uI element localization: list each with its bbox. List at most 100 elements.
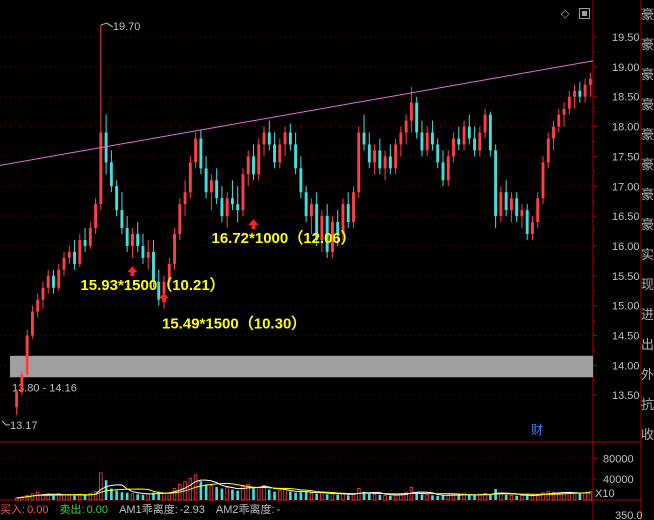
- candle-body: [346, 204, 350, 223]
- side-strip-char: 进: [641, 307, 654, 322]
- volume-bar: [315, 493, 318, 500]
- volume-bar: [372, 493, 377, 501]
- candle-body: [520, 210, 524, 217]
- volume-bar: [504, 494, 508, 500]
- side-info-strip: 豪豪豪豪豪豪豪豪实现进出外抗收盈位: [641, 0, 654, 440]
- volume-bar: [367, 493, 371, 500]
- y-tick-label: 16.50: [612, 211, 640, 223]
- candle-body: [478, 132, 482, 151]
- candle-body: [404, 120, 408, 133]
- volume-bar: [99, 472, 103, 501]
- y-tick-label: 13.50: [612, 390, 640, 402]
- volume-bar: [441, 495, 445, 500]
- y-tick-label: 18.50: [612, 92, 640, 104]
- candle-body: [220, 198, 224, 217]
- volume-bar: [436, 495, 440, 500]
- candle-body: [415, 102, 419, 133]
- candle-body: [225, 198, 229, 217]
- candle-body: [567, 96, 571, 109]
- volume-bar: [136, 494, 140, 500]
- candle-body: [194, 138, 198, 163]
- volume-bar: [73, 495, 76, 500]
- candle-body: [183, 192, 187, 205]
- volume-bar: [572, 492, 577, 501]
- candle-body: [441, 162, 445, 181]
- candle-body: [146, 251, 150, 258]
- volume-bar: [341, 493, 345, 501]
- volume-bar: [115, 490, 118, 500]
- side-strip-char: 豪: [641, 157, 654, 172]
- side-strip-char: 豪: [641, 37, 654, 52]
- volume-ma-line: [16, 479, 591, 499]
- side-strip-char: 豪: [641, 7, 654, 22]
- candle-body: [467, 126, 471, 139]
- candle-body: [283, 132, 287, 145]
- y-tick-label: 16.00: [612, 241, 640, 253]
- sell-label: 卖出:: [59, 504, 85, 516]
- volume-bar: [389, 495, 392, 500]
- candle-body: [299, 168, 303, 193]
- candle-body: [531, 222, 534, 235]
- candle-body: [130, 234, 134, 246]
- candle-body: [309, 204, 313, 217]
- candle-body: [188, 162, 192, 193]
- volume-bar: [346, 495, 350, 500]
- candle-body: [46, 275, 50, 288]
- volume-bar: [320, 492, 324, 501]
- candle-body: [452, 138, 455, 157]
- volume-tick-label: 40000: [603, 474, 634, 486]
- candle-body: [473, 138, 477, 151]
- volume-bar: [215, 487, 218, 500]
- low-marker-label: 13.17: [10, 420, 38, 432]
- buy-label: 买入:: [0, 504, 26, 516]
- candle-body: [457, 138, 461, 145]
- candle-body: [236, 204, 240, 211]
- candle-body: [536, 198, 540, 223]
- candle-body: [30, 311, 34, 336]
- volume-bar: [473, 495, 476, 500]
- window-toggle-icon[interactable]: [579, 8, 590, 19]
- finance-link[interactable]: 财: [531, 421, 543, 438]
- y-tick-label: 15.00: [612, 301, 640, 313]
- buy-arrow-icon: [127, 266, 138, 277]
- diamond-icon[interactable]: ◇: [561, 8, 569, 20]
- candle-body: [125, 228, 129, 246]
- candle-body: [583, 84, 587, 97]
- volume-unit-label: X10: [595, 488, 615, 500]
- price-chart[interactable]: 19.50 19.00 18.50 18.00 17.50 17.00 16.50 16.00…: [0, 0, 654, 520]
- candle-body: [204, 168, 208, 193]
- volume-bar: [252, 488, 255, 500]
- volume-bar: [457, 495, 461, 500]
- y-tick-label: 15.50: [612, 271, 640, 283]
- candle-body: [488, 114, 492, 151]
- volume-bar: [283, 489, 287, 501]
- candle-body: [431, 132, 434, 145]
- am1-label: AM1乖离度:: [119, 504, 178, 516]
- volume-bar: [172, 488, 177, 501]
- volume-bar: [273, 491, 276, 500]
- volume-bar: [499, 493, 503, 501]
- candle-body: [173, 234, 176, 264]
- candle-body: [552, 126, 555, 139]
- volume-bar: [167, 492, 171, 501]
- volume-bar: [35, 491, 40, 501]
- candle-body: [425, 132, 429, 151]
- y-tick-label: 14.00: [612, 360, 640, 372]
- candle-body: [409, 102, 413, 121]
- candle-body: [262, 132, 266, 145]
- candle-body: [41, 287, 45, 300]
- candle-body: [362, 132, 366, 145]
- candle-body: [36, 299, 40, 312]
- volume-bar: [336, 494, 340, 500]
- candle-body: [357, 132, 361, 193]
- volume-tick-label: 80000: [603, 453, 634, 465]
- candle-body: [394, 144, 398, 169]
- candle-body: [462, 126, 466, 145]
- volume-bar: [467, 494, 471, 500]
- volume-bar: [546, 491, 550, 501]
- candle-body: [578, 90, 582, 97]
- candle-body: [399, 132, 403, 145]
- candle-body: [88, 228, 92, 246]
- y-tick-label: 19.50: [612, 32, 640, 44]
- high-marker-label: 19.70: [113, 21, 141, 33]
